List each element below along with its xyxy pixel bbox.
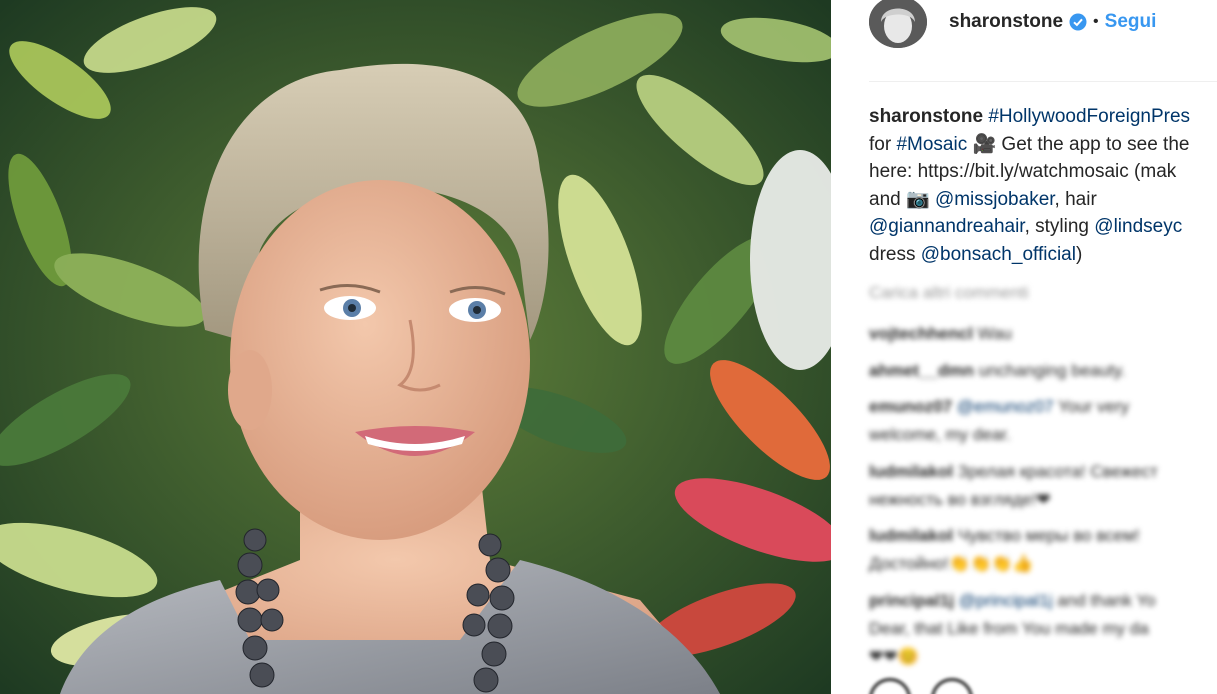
- comment-text: Зрелая красота! Свежест: [957, 462, 1158, 481]
- comment-item: ahmet__dmn unchanging beauty.: [869, 357, 1217, 385]
- comment-item: ludmilakol Зрелая красота! Свежест нежно…: [869, 458, 1217, 514]
- caption-text: , hair: [1054, 188, 1097, 210]
- comment-username[interactable]: emunoz07: [869, 397, 952, 416]
- mention-link[interactable]: @bonsach_official: [921, 244, 1076, 265]
- caption-text: dress: [869, 243, 921, 265]
- comment-username[interactable]: vojtechhencl: [869, 324, 973, 343]
- mention-link[interactable]: @principal1j: [959, 591, 1053, 610]
- mention-link[interactable]: @missjobaker: [935, 189, 1055, 210]
- caption-text: , styling: [1024, 216, 1095, 237]
- comment-username[interactable]: ludmilakol: [869, 526, 953, 545]
- comment-item: ludmilakol Чувство меры во всем! Достойн…: [869, 522, 1217, 578]
- action-bar: [869, 678, 973, 694]
- comment-text: unchanging beauty.: [978, 361, 1126, 380]
- separator-dot: •: [1093, 13, 1099, 30]
- post-photo[interactable]: [0, 0, 831, 694]
- comment-text: ❤❤😊: [869, 647, 919, 666]
- post-side-panel: sharonstone • Segui sharonstone #Hollywo…: [831, 0, 1217, 694]
- comment-text: welcome, my dear.: [869, 425, 1011, 444]
- comment-text: Чувство меры во всем!: [957, 526, 1140, 545]
- mention-link[interactable]: @lindseyc: [1094, 216, 1182, 237]
- portrait-photo: [0, 0, 831, 694]
- camera-icon: 📷: [905, 188, 930, 210]
- follow-button[interactable]: Segui: [1105, 11, 1157, 33]
- post-caption: sharonstone #HollywoodForeignPres for #M…: [869, 103, 1217, 268]
- caption-text: Get the app to see the: [996, 133, 1190, 155]
- comment-item: vojtechhencl Wau: [869, 320, 1217, 348]
- post-username[interactable]: sharonstone: [949, 11, 1063, 33]
- comment-username[interactable]: ludmilakol: [869, 462, 953, 481]
- header-divider: [869, 81, 1217, 82]
- caption-text: for: [869, 133, 897, 155]
- verified-badge-icon: [1069, 13, 1087, 31]
- caption-text: here: https://bit.ly/watchmosaic (mak: [869, 161, 1177, 182]
- comment-icon[interactable]: [931, 678, 973, 694]
- mention-link[interactable]: @emunoz07: [957, 397, 1054, 416]
- comment-username[interactable]: principal1j: [869, 591, 954, 610]
- hashtag-link[interactable]: #Mosaic: [896, 134, 967, 155]
- comment-text: Your very: [1053, 397, 1130, 416]
- comment-item: emunoz07 @emunoz07 Your very welcome, my…: [869, 393, 1217, 449]
- comment-item: principal1j @principal1j and thank Yo De…: [869, 587, 1217, 671]
- caption-text: and: [869, 188, 906, 210]
- hashtag-link[interactable]: #HollywoodForeignPres: [988, 106, 1190, 127]
- post-header: sharonstone • Segui: [869, 0, 1217, 48]
- caption-username[interactable]: sharonstone: [869, 106, 983, 127]
- comment-text: Wau: [977, 324, 1012, 343]
- caption-text: ): [1075, 243, 1083, 265]
- comment-text: and thank Yo: [1052, 591, 1156, 610]
- movie-camera-icon: 🎥: [972, 133, 997, 155]
- comment-text: Достойно!👏👏👏👍: [869, 554, 1034, 573]
- comment-username[interactable]: ahmet__dmn: [869, 361, 974, 380]
- mention-link[interactable]: @giannandreahair: [869, 216, 1025, 237]
- avatar[interactable]: [869, 0, 927, 48]
- like-icon[interactable]: [869, 678, 911, 694]
- comment-text: нежность во взгляде!❤: [869, 490, 1051, 509]
- load-more-comments-link[interactable]: Carica altri commenti: [869, 283, 1029, 303]
- comment-text: Dear, that Like from You made my da: [869, 619, 1149, 638]
